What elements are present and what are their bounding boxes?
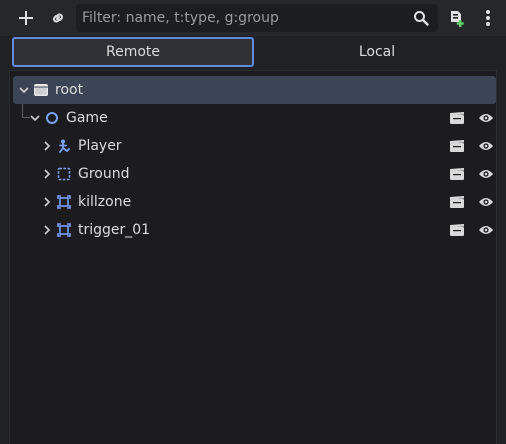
attach-script-button[interactable] (443, 5, 469, 31)
open-scene-clapper-icon[interactable] (447, 132, 467, 160)
filter-box (76, 4, 438, 32)
expand-arrow[interactable] (40, 132, 54, 160)
visibility-eye-icon[interactable] (476, 104, 496, 132)
chevron-right-icon (44, 169, 51, 179)
window-icon (32, 76, 50, 104)
scene-tree: root Game Player Ground killzone trigger… (9, 70, 497, 444)
tree-row-root[interactable]: root (13, 76, 496, 104)
tab-remote[interactable]: Remote (12, 37, 254, 67)
chevron-right-icon (44, 197, 51, 207)
tab-local-label: Local (358, 44, 396, 60)
expand-arrow[interactable] (40, 188, 54, 216)
add-script-icon (451, 11, 464, 27)
node-label-root: root (55, 82, 84, 98)
node-label-player: Player (78, 138, 122, 154)
filter-input[interactable] (77, 5, 412, 31)
character-body-icon (55, 132, 73, 160)
node-label-trigger-01: trigger_01 (78, 222, 151, 238)
tree-mode-tabs: Remote Local (12, 37, 494, 67)
scene-menu-button[interactable] (475, 5, 501, 31)
tree-row-trigger-01[interactable]: trigger_01 (10, 216, 496, 244)
visibility-eye-icon[interactable] (476, 188, 496, 216)
instantiate-scene-button[interactable] (45, 5, 71, 31)
search-icon[interactable] (413, 10, 429, 26)
open-scene-clapper-icon[interactable] (447, 188, 467, 216)
tab-remote-label: Remote (105, 44, 161, 60)
tilemap-dashed-rect-icon (55, 160, 73, 188)
visibility-eye-icon[interactable] (476, 216, 496, 244)
plus-icon (19, 11, 33, 25)
open-scene-clapper-icon[interactable] (447, 160, 467, 188)
chain-link-icon (53, 13, 63, 23)
open-scene-clapper-icon[interactable] (447, 104, 467, 132)
collapse-arrow[interactable] (17, 76, 31, 104)
chevron-down-icon (30, 115, 40, 122)
node-label-ground: Ground (78, 166, 130, 182)
chevron-right-icon (44, 225, 51, 235)
tab-local[interactable]: Local (256, 37, 498, 67)
tree-row-game[interactable]: Game (10, 104, 496, 132)
expand-arrow[interactable] (40, 160, 54, 188)
expand-arrow[interactable] (40, 216, 54, 244)
node-label-game: Game (66, 110, 108, 126)
visibility-eye-icon[interactable] (476, 160, 496, 188)
visibility-eye-icon[interactable] (476, 132, 496, 160)
add-node-button[interactable] (13, 5, 39, 31)
collapse-arrow[interactable] (28, 104, 42, 132)
scene-toolbar (0, 0, 506, 36)
chevron-right-icon (44, 141, 51, 151)
tree-row-ground[interactable]: Ground (10, 160, 496, 188)
area2d-icon (55, 216, 73, 244)
tree-row-player[interactable]: Player (10, 132, 496, 160)
node-label-killzone: killzone (78, 194, 132, 210)
node2d-circle-icon (43, 104, 61, 132)
area2d-icon (55, 188, 73, 216)
chevron-down-icon (19, 87, 29, 94)
open-scene-clapper-icon[interactable] (447, 216, 467, 244)
vertical-dots-icon (486, 10, 490, 26)
tree-row-killzone[interactable]: killzone (10, 188, 496, 216)
